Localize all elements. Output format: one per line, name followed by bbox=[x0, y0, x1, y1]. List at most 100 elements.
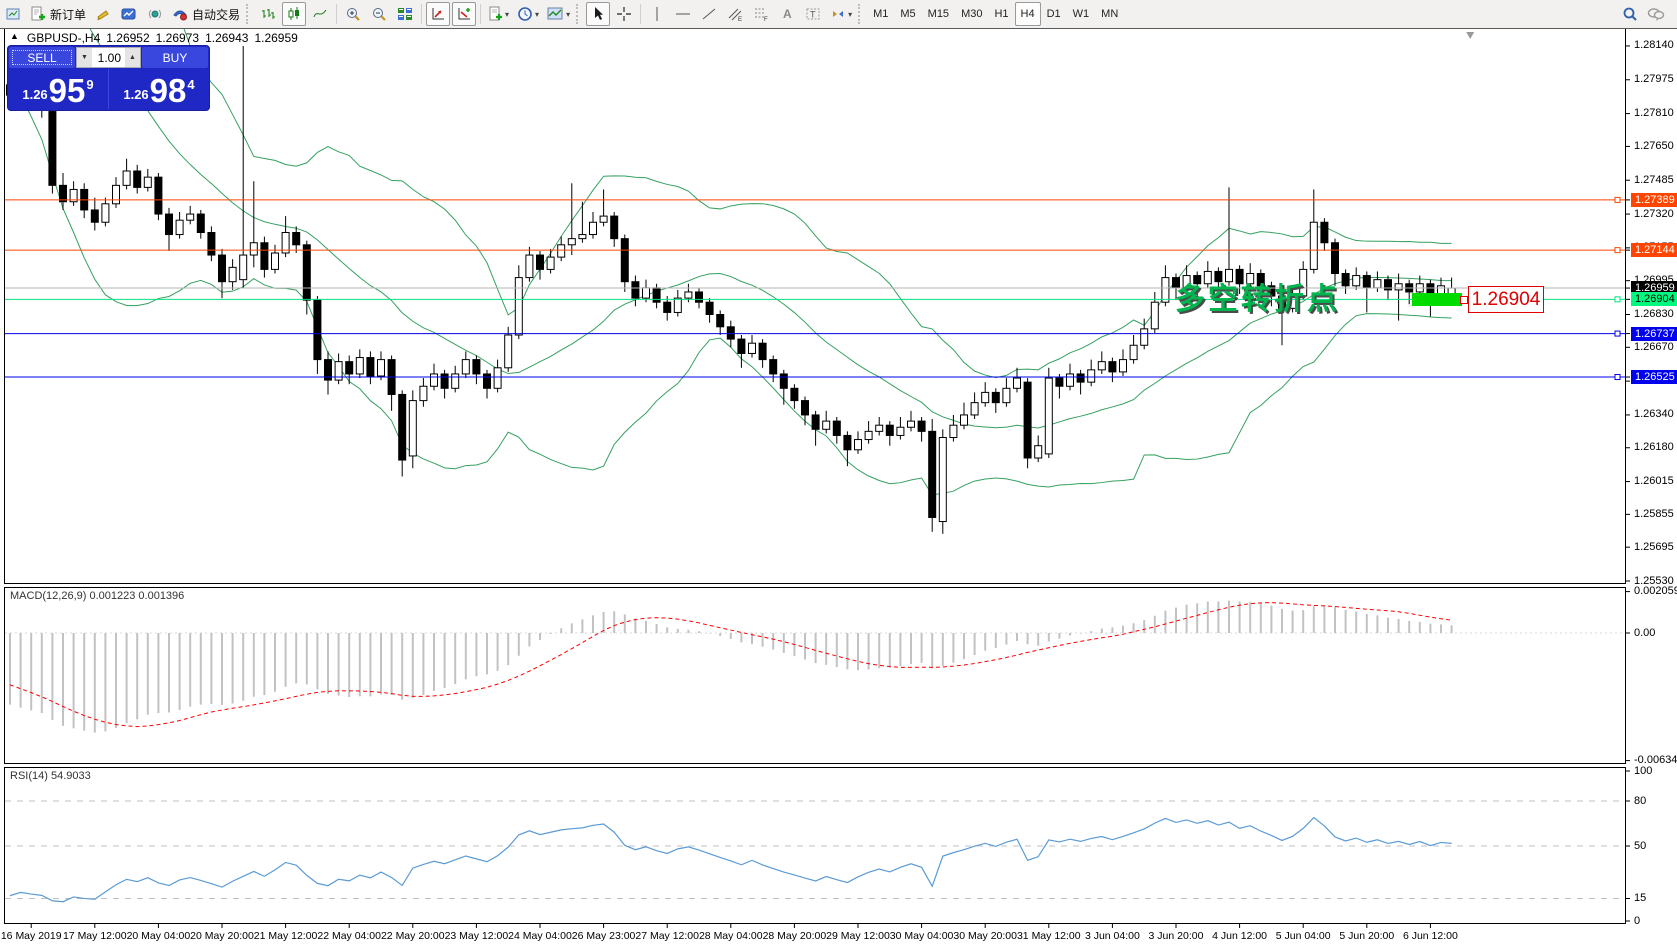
bull-candle[interactable] bbox=[113, 185, 120, 203]
bear-candle[interactable] bbox=[611, 216, 618, 239]
bear-candle[interactable] bbox=[833, 421, 840, 435]
bear-candle[interactable] bbox=[664, 302, 671, 312]
bear-candle[interactable] bbox=[219, 255, 226, 282]
bear-candle[interactable] bbox=[918, 421, 925, 431]
bull-candle[interactable] bbox=[908, 421, 915, 427]
bear-candle[interactable] bbox=[844, 435, 851, 449]
bear-candle[interactable] bbox=[134, 171, 141, 187]
bear-candle[interactable] bbox=[696, 292, 703, 302]
bull-candle[interactable] bbox=[420, 386, 427, 400]
bear-candle[interactable] bbox=[621, 239, 628, 282]
bull-candle[interactable] bbox=[1141, 329, 1148, 345]
timeframe-w1[interactable]: W1 bbox=[1067, 2, 1096, 26]
bear-candle[interactable] bbox=[441, 374, 448, 388]
bull-candle[interactable] bbox=[505, 335, 512, 368]
bear-candle[interactable] bbox=[812, 415, 819, 429]
add-template-button[interactable]: ▾ bbox=[485, 2, 512, 26]
bull-candle[interactable] bbox=[123, 171, 130, 185]
trendline-button[interactable] bbox=[697, 2, 721, 26]
sell-price[interactable]: 1.26 95 9 bbox=[8, 69, 108, 109]
line-handle[interactable] bbox=[1615, 375, 1620, 380]
bear-candle[interactable] bbox=[653, 288, 660, 302]
indicator-window-alt-button[interactable] bbox=[452, 2, 476, 26]
sell-button[interactable]: SELL bbox=[9, 47, 75, 68]
window-menu-icon[interactable] bbox=[1, 2, 25, 26]
chart-line-button[interactable] bbox=[308, 2, 332, 26]
zoom-out-button[interactable] bbox=[367, 2, 391, 26]
bull-candle[interactable] bbox=[982, 392, 989, 402]
volume-increase-button[interactable]: ▲ bbox=[125, 48, 140, 67]
bear-candle[interactable] bbox=[155, 177, 162, 214]
bear-candle[interactable] bbox=[537, 255, 544, 269]
bull-candle[interactable] bbox=[144, 177, 151, 187]
chart-bars-button[interactable] bbox=[256, 2, 280, 26]
bull-candle[interactable] bbox=[579, 235, 586, 239]
bull-candle[interactable] bbox=[229, 267, 236, 281]
bear-candle[interactable] bbox=[738, 339, 745, 353]
bear-candle[interactable] bbox=[473, 360, 480, 374]
bull-candle[interactable] bbox=[1045, 378, 1052, 454]
volume-input[interactable]: 1.00 bbox=[92, 48, 125, 67]
bear-candle[interactable] bbox=[166, 214, 173, 235]
bear-candle[interactable] bbox=[1056, 378, 1063, 386]
bull-candle[interactable] bbox=[462, 360, 469, 374]
bear-candle[interactable] bbox=[706, 302, 713, 314]
main-panel[interactable] bbox=[5, 29, 1626, 584]
bull-candle[interactable] bbox=[950, 425, 957, 437]
text-label-button[interactable]: T bbox=[801, 2, 825, 26]
bear-candle[interactable] bbox=[886, 425, 893, 435]
timeframe-h1[interactable]: H1 bbox=[988, 2, 1014, 26]
timeframe-m1[interactable]: M1 bbox=[867, 2, 894, 26]
tile-windows-button[interactable] bbox=[393, 2, 417, 26]
timeframe-mn[interactable]: MN bbox=[1095, 2, 1124, 26]
signals-button[interactable] bbox=[143, 2, 167, 26]
macd-panel[interactable] bbox=[5, 588, 1626, 764]
bull-candle[interactable] bbox=[749, 343, 756, 353]
bear-candle[interactable] bbox=[929, 431, 936, 517]
turning-point-annotation[interactable]: 多空转折点 bbox=[1175, 274, 1340, 318]
bull-candle[interactable] bbox=[961, 415, 968, 425]
chart-candles-button[interactable] bbox=[282, 2, 306, 26]
timeframe-m5[interactable]: M5 bbox=[894, 2, 921, 26]
bull-candle[interactable] bbox=[176, 220, 183, 234]
buy-price[interactable]: 1.26 98 4 bbox=[109, 69, 209, 109]
bull-candle[interactable] bbox=[865, 431, 872, 439]
bull-candle[interactable] bbox=[250, 243, 257, 255]
line-handle[interactable] bbox=[1615, 248, 1620, 253]
bull-candle[interactable] bbox=[876, 425, 883, 431]
volume-decrease-button[interactable]: ▼ bbox=[77, 48, 92, 67]
bear-candle[interactable] bbox=[208, 233, 215, 256]
bear-candle[interactable] bbox=[791, 388, 798, 400]
text-button[interactable]: A bbox=[775, 2, 799, 26]
bull-candle[interactable] bbox=[558, 245, 565, 257]
bull-candle[interactable] bbox=[1162, 278, 1169, 303]
horizontal-line-button[interactable] bbox=[671, 2, 695, 26]
search-button[interactable] bbox=[1618, 2, 1642, 26]
bear-candle[interactable] bbox=[802, 401, 809, 415]
bull-candle[interactable] bbox=[1014, 378, 1021, 388]
bear-candle[interactable] bbox=[727, 327, 734, 339]
bull-candle[interactable] bbox=[1310, 222, 1317, 269]
channel-button[interactable]: E bbox=[723, 2, 747, 26]
bull-candle[interactable] bbox=[187, 214, 194, 220]
bear-candle[interactable] bbox=[759, 343, 766, 359]
bull-candle[interactable] bbox=[240, 255, 247, 280]
bear-candle[interactable] bbox=[770, 360, 777, 374]
bear-candle[interactable] bbox=[1363, 276, 1370, 288]
bear-candle[interactable] bbox=[314, 300, 321, 359]
bull-candle[interactable] bbox=[971, 403, 978, 415]
timeframe-m30[interactable]: M30 bbox=[955, 2, 988, 26]
bear-candle[interactable] bbox=[484, 374, 491, 388]
buy-button[interactable]: BUY bbox=[142, 47, 208, 68]
bull-candle[interactable] bbox=[547, 257, 554, 269]
bear-candle[interactable] bbox=[1024, 382, 1031, 458]
bull-candle[interactable] bbox=[1130, 345, 1137, 359]
indicator-window-button[interactable] bbox=[426, 2, 450, 26]
bull-candle[interactable] bbox=[102, 204, 109, 222]
bull-candle[interactable] bbox=[409, 401, 416, 456]
bear-candle[interactable] bbox=[992, 392, 999, 402]
bear-candle[interactable] bbox=[717, 315, 724, 327]
bear-candle[interactable] bbox=[1321, 222, 1328, 243]
market-watch-button[interactable] bbox=[117, 2, 141, 26]
autotrading-button[interactable]: 自动交易 bbox=[169, 2, 243, 26]
